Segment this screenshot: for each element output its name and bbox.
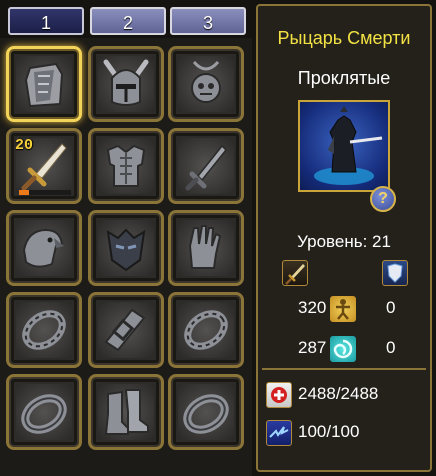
health-icon — [266, 382, 292, 408]
equipment-grid: 20 — [0, 38, 252, 476]
slot-bracelet-right[interactable] — [168, 292, 244, 368]
chain-bracelet-icon — [22, 310, 66, 350]
cloak-icon — [24, 62, 64, 108]
slot-ring-left[interactable] — [6, 374, 82, 450]
gauntlet-icon — [188, 225, 222, 269]
ring-icon — [183, 394, 229, 434]
slot-chest[interactable] — [88, 128, 164, 204]
tab-2[interactable]: 2 — [90, 7, 166, 35]
slot-shoulders[interactable] — [6, 210, 82, 286]
strength-value: 0 — [386, 298, 396, 317]
character-name: Рыцарь Смерти — [277, 28, 411, 48]
slot-helmet[interactable] — [88, 46, 164, 122]
help-icon[interactable]: ? — [370, 186, 396, 212]
durability-bar — [19, 190, 71, 195]
boots-icon — [104, 389, 149, 435]
mana-lightning-icon — [266, 420, 292, 446]
slot-bracelet-left[interactable] — [6, 292, 82, 368]
defense-type-icon[interactable] — [382, 260, 408, 286]
tab-3[interactable]: 3 — [170, 7, 246, 35]
attack-value: 320 — [298, 298, 327, 317]
slot-ring-right[interactable] — [168, 374, 244, 450]
offhand-sword-icon — [185, 144, 228, 191]
slot-main-weapon[interactable]: 20 — [6, 128, 82, 204]
magic-swirl-icon[interactable] — [330, 336, 356, 362]
durability-fill — [19, 190, 30, 195]
character-portrait[interactable] — [298, 100, 390, 192]
defense-value: 287 — [298, 338, 327, 357]
chest-armor-icon — [106, 144, 146, 187]
slot-boots[interactable] — [88, 374, 164, 450]
horned-helmet-icon — [103, 59, 149, 106]
ring-icon — [21, 394, 67, 434]
belt-icon — [104, 308, 146, 352]
death-knight-figure-icon — [314, 106, 383, 185]
character-panel: Рыцарь Смерти Проклятые ? Уровень: 21 32… — [256, 4, 432, 472]
slot-amulet[interactable] — [168, 46, 244, 122]
slot-belt[interactable] — [88, 292, 164, 368]
dark-mask-icon — [106, 228, 146, 272]
amulet-icon — [191, 60, 221, 103]
health-value: 2488/2488 — [298, 384, 379, 403]
tab-1[interactable]: 1 — [8, 7, 84, 35]
attack-type-icon[interactable] — [282, 260, 308, 286]
item-level-badge: 20 — [15, 137, 34, 154]
chain-bracelet-icon — [184, 310, 228, 350]
magic-value: 0 — [386, 338, 396, 357]
slot-cloak[interactable] — [6, 46, 82, 122]
slot-offhand[interactable] — [168, 128, 244, 204]
strength-icon[interactable] — [330, 296, 356, 322]
panel-divider — [262, 368, 426, 370]
character-class: Проклятые — [297, 68, 391, 88]
eagle-pauldron-icon — [22, 228, 64, 268]
set-tabs: 1 2 3 — [4, 4, 250, 36]
slot-mask[interactable] — [88, 210, 164, 286]
slot-gloves[interactable] — [168, 210, 244, 286]
mana-value: 100/100 — [298, 422, 360, 441]
character-level: Уровень: 21 — [297, 232, 391, 251]
